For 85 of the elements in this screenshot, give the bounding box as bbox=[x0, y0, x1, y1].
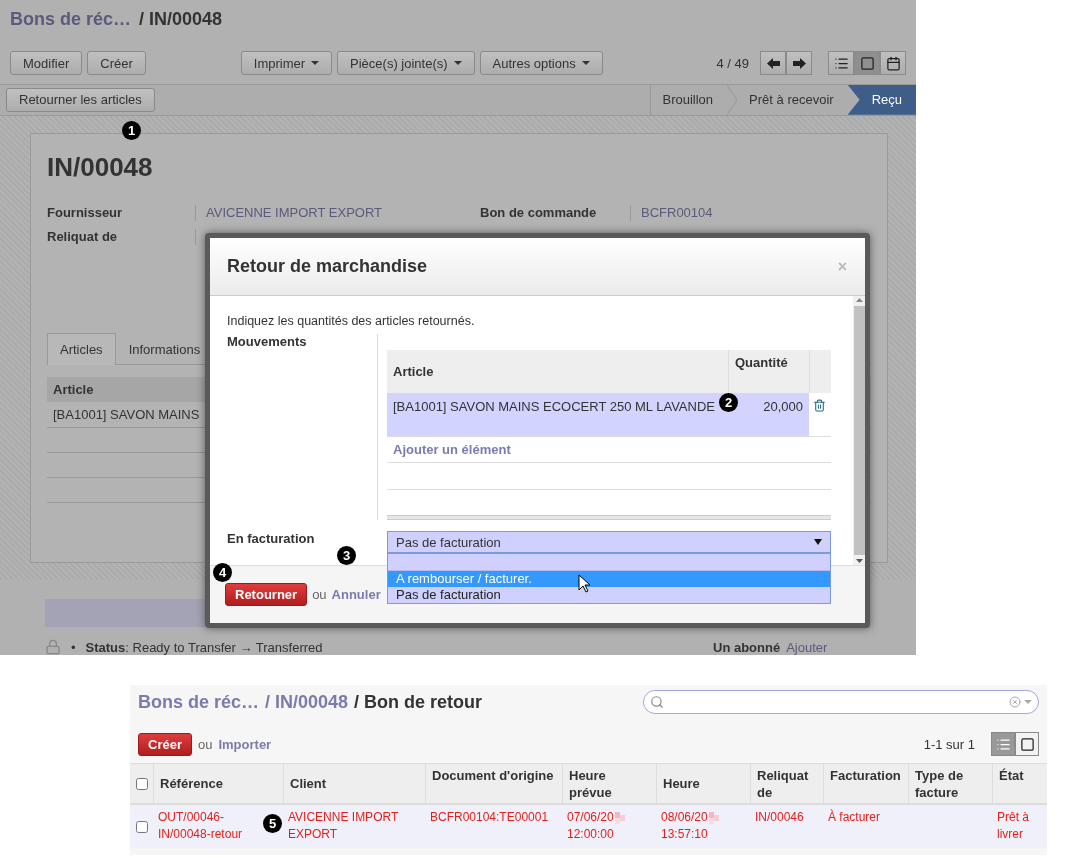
column-header[interactable]: Heure bbox=[656, 763, 750, 805]
delete-icon[interactable] bbox=[813, 399, 826, 412]
breadcrumb-link[interactable]: Bons de réc… bbox=[138, 691, 260, 713]
breadcrumb-current: / Bon de retour bbox=[354, 691, 483, 713]
status-stage[interactable]: Prêt à recevoir bbox=[737, 84, 848, 115]
column-header[interactable]: Type de facture bbox=[908, 763, 992, 805]
search-field[interactable] bbox=[643, 690, 1039, 714]
scrollbar[interactable] bbox=[853, 296, 865, 565]
previous-button[interactable] bbox=[760, 51, 786, 76]
time-text: 12:00:00 bbox=[567, 827, 614, 841]
record-title: IN/00048 bbox=[47, 151, 154, 183]
breadcrumb-link[interactable]: / IN/00048 bbox=[265, 691, 349, 713]
field-label: Mouvements bbox=[227, 334, 308, 351]
column-header[interactable]: Client bbox=[283, 763, 425, 805]
list-view-icon bbox=[995, 736, 1011, 752]
row-checkbox[interactable] bbox=[135, 820, 148, 833]
table-cell: IN/00046 bbox=[750, 805, 823, 848]
caret-icon bbox=[311, 61, 320, 66]
field-value: BCFR00104 bbox=[630, 204, 871, 221]
status-message: Status: Ready to Transfer → Transferred bbox=[85, 639, 323, 655]
left-arrow-icon bbox=[766, 57, 780, 69]
column-header[interactable]: Reliquat de bbox=[750, 763, 823, 805]
field-label: Fournisseur bbox=[47, 204, 124, 221]
caret-icon bbox=[1024, 700, 1032, 704]
dialog-title: Retour de marchandise bbox=[227, 256, 428, 277]
breadcrumb-current: / IN/00048 bbox=[139, 8, 223, 30]
field-label: En facturation bbox=[227, 531, 316, 548]
next-button[interactable] bbox=[786, 51, 812, 76]
import-link[interactable]: Importer bbox=[218, 736, 272, 752]
blurred-patch bbox=[708, 811, 719, 824]
create-button[interactable]: Créer bbox=[138, 732, 192, 756]
cancel-link[interactable]: Annuler bbox=[331, 587, 381, 602]
search-icon bbox=[650, 695, 664, 709]
dropdown-button[interactable]: Autres options bbox=[479, 51, 603, 76]
form-view-icon bbox=[1019, 736, 1035, 752]
status-stage[interactable]: Brouillon bbox=[650, 84, 728, 115]
or-text: ou bbox=[312, 587, 327, 602]
tab[interactable]: Articles bbox=[47, 332, 116, 365]
list-view-icon bbox=[833, 55, 849, 71]
view-switch-button[interactable] bbox=[854, 51, 880, 76]
field-value: AVICENNE IMPORT EXPORT bbox=[195, 204, 480, 221]
time-text: 13:57:10 bbox=[661, 827, 708, 841]
caret-icon bbox=[453, 61, 462, 66]
view-switch-button[interactable] bbox=[991, 732, 1015, 756]
column-header[interactable]: État bbox=[992, 763, 1047, 805]
pager-text: 1-1 sur 1 bbox=[923, 736, 975, 752]
column-header[interactable]: Facturation bbox=[823, 763, 908, 805]
dropdown-button[interactable]: Pièce(s) jointe(s) bbox=[337, 51, 475, 76]
pager-text: 4 / 49 bbox=[716, 55, 749, 71]
column-header[interactable]: Document d'origine bbox=[425, 763, 562, 805]
caret-icon bbox=[581, 61, 590, 66]
followers-count: Un abonné bbox=[713, 640, 781, 655]
date-text: 08/06/20 bbox=[661, 809, 708, 826]
action-button[interactable]: Modifier bbox=[10, 51, 83, 76]
column-header[interactable]: Référence bbox=[153, 763, 283, 805]
blurred-patch bbox=[614, 811, 625, 824]
view-switch-button[interactable] bbox=[880, 51, 906, 76]
table-cell: À facturer bbox=[823, 805, 908, 848]
bullet: • bbox=[71, 639, 76, 655]
dropdown-button[interactable]: Imprimer bbox=[240, 51, 333, 76]
field-label: Bon de commande bbox=[480, 204, 598, 221]
lock-icon bbox=[45, 639, 61, 655]
right-arrow-icon bbox=[792, 57, 806, 69]
mouse-cursor-icon bbox=[578, 574, 590, 593]
view-switch-button[interactable] bbox=[1015, 732, 1039, 756]
table-cell: AVICENNE IMPORT EXPORT bbox=[283, 805, 425, 848]
action-button[interactable]: Créer bbox=[87, 51, 146, 76]
return-items-button[interactable]: Retourner les articles bbox=[6, 87, 155, 112]
caret-icon bbox=[814, 539, 822, 545]
table-cell: BCFR00104:TE00001 bbox=[425, 805, 562, 848]
calendar-icon bbox=[885, 55, 901, 71]
table-cell: Prêt à livrer bbox=[992, 805, 1047, 848]
status-stage[interactable]: Reçu bbox=[847, 84, 916, 115]
form-view-icon bbox=[859, 55, 875, 71]
select-all-checkbox[interactable] bbox=[135, 777, 148, 790]
scroll-down-arrow-icon[interactable] bbox=[855, 559, 863, 563]
view-switch-button[interactable] bbox=[828, 51, 854, 76]
add-item-link[interactable]: Ajouter un élément bbox=[387, 437, 831, 463]
scroll-up-arrow-icon[interactable] bbox=[855, 298, 863, 302]
or-text: ou bbox=[197, 736, 213, 752]
column-header[interactable]: Heure prévue bbox=[562, 763, 656, 805]
submit-button[interactable]: Retourner bbox=[225, 583, 308, 606]
instruction-text: Indiquez les quantités des articles retournés. bbox=[227, 314, 476, 328]
field-label: Reliquat de bbox=[47, 228, 119, 245]
date-text: 07/06/20 bbox=[567, 809, 614, 826]
